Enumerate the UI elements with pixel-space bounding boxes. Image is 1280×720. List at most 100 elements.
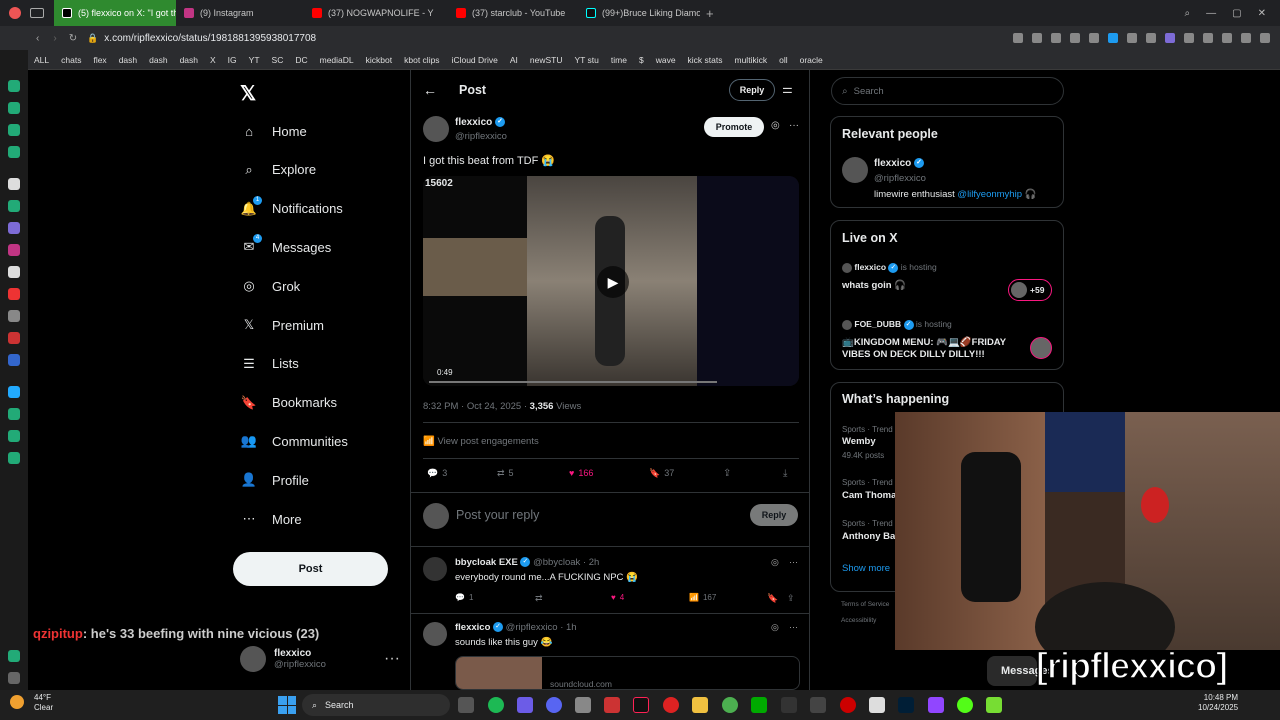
- nav-item-premium[interactable]: 𝕏 Premium: [240, 316, 324, 334]
- extension-icon[interactable]: [1184, 33, 1194, 43]
- nav-item-bookmarks[interactable]: 🔖 Bookmarks: [240, 394, 337, 412]
- xbox-icon[interactable]: [751, 697, 767, 713]
- bookmark-item[interactable]: flex: [93, 55, 106, 65]
- opera-icon[interactable]: [663, 697, 679, 713]
- extension-icon[interactable]: [1146, 33, 1156, 43]
- post-video[interactable]: 15602 ▶ 0:49: [423, 176, 799, 386]
- live-title[interactable]: whats goin 🎧: [842, 280, 906, 291]
- grok-icon[interactable]: ◎: [771, 622, 779, 633]
- bookmark-item[interactable]: oll: [779, 55, 788, 65]
- sidebar-app-icon[interactable]: [8, 80, 20, 92]
- bookmark-item[interactable]: kick stats: [688, 55, 723, 65]
- avatar[interactable]: [423, 622, 447, 646]
- app-icon[interactable]: [928, 697, 944, 713]
- task-view-icon[interactable]: [458, 697, 474, 713]
- bookmark-icon[interactable]: 🔖: [767, 593, 778, 604]
- bookmark-item[interactable]: dash: [180, 55, 198, 65]
- nav-item-notifications[interactable]: 🔔 1 Notifications: [240, 195, 343, 218]
- discord-icon[interactable]: [546, 697, 562, 713]
- sidebar-app-icon[interactable]: [8, 146, 20, 158]
- bookmark-item[interactable]: dash: [119, 55, 137, 65]
- back-arrow-icon[interactable]: ←: [423, 82, 437, 98]
- download-icon[interactable]: ⤓: [783, 468, 787, 479]
- trend-title[interactable]: Anthony Ba: [842, 531, 895, 542]
- nav-item-communities[interactable]: 👥 Communities: [240, 432, 348, 450]
- bookmark-item[interactable]: iCloud Drive: [452, 55, 498, 65]
- play-icon[interactable]: ▶: [597, 266, 629, 298]
- reply-action[interactable]: 💬 3: [427, 468, 447, 479]
- forward-icon[interactable]: ›: [53, 33, 56, 44]
- app-icon[interactable]: [986, 697, 1002, 713]
- more-dots-icon[interactable]: ···: [789, 120, 799, 131]
- photoshop-icon[interactable]: [898, 697, 914, 713]
- browser-tab-x[interactable]: (5) flexxico on X: "I got th: [54, 0, 176, 26]
- bookmark-item[interactable]: mediaDL: [320, 55, 354, 65]
- messages-drawer[interactable]: Messages: [987, 656, 1054, 686]
- reload-icon[interactable]: ↻: [69, 33, 77, 44]
- bookmark-item[interactable]: multikick: [735, 55, 768, 65]
- live-title[interactable]: 📺KINGDOM MENU: 🎮💻🏈FRIDAY VIBES ON DECK D…: [842, 337, 1007, 361]
- bookmark-item[interactable]: IG: [228, 55, 237, 65]
- bookmark-action[interactable]: 🔖 37: [649, 468, 674, 479]
- terms-link[interactable]: Terms of Service: [841, 601, 889, 608]
- search-tabs-icon[interactable]: ⌕: [1185, 8, 1191, 19]
- bookmark-item[interactable]: ALL: [34, 55, 49, 65]
- spotify-icon[interactable]: [488, 697, 504, 713]
- bookmark-item[interactable]: chats: [61, 55, 81, 65]
- show-more-link[interactable]: Show more: [842, 563, 890, 574]
- bookmark-item[interactable]: SC: [272, 55, 284, 65]
- header-reply-button[interactable]: Reply: [729, 79, 775, 101]
- app-icon[interactable]: [810, 697, 826, 713]
- nav-item-lists[interactable]: ☰ Lists: [240, 355, 299, 373]
- browser-tab-instagram[interactable]: (9) Instagram: [176, 0, 304, 26]
- nav-item-profile[interactable]: 👤 Profile: [240, 471, 309, 489]
- bookmark-item[interactable]: DC: [295, 55, 307, 65]
- sidebar-app-icon[interactable]: [8, 200, 20, 212]
- chrome-icon[interactable]: [722, 697, 738, 713]
- bookmark-item[interactable]: newSTU: [530, 55, 563, 65]
- browser-tab-youtube-1[interactable]: (37) NOGWAPNOLIFE - Y: [304, 0, 448, 26]
- avatar[interactable]: [842, 157, 868, 183]
- minimize-icon[interactable]: —: [1206, 8, 1216, 19]
- nav-item-home[interactable]: ⌂ Home: [240, 122, 307, 140]
- clock[interactable]: 10:48 PM 10/24/2025: [1198, 693, 1238, 713]
- sidebar-app-icon[interactable]: [8, 354, 20, 366]
- bookmark-item[interactable]: kbot clips: [404, 55, 439, 65]
- extension-icon[interactable]: [1089, 33, 1099, 43]
- share-icon[interactable]: ⇪: [723, 468, 731, 479]
- x-logo-icon[interactable]: 𝕏: [240, 81, 256, 106]
- trend-title[interactable]: Cam Thoma: [842, 490, 896, 501]
- extension-icon[interactable]: [1070, 33, 1080, 43]
- app-icon[interactable]: [840, 697, 856, 713]
- app-icon[interactable]: [781, 697, 797, 713]
- url-field[interactable]: x.com/ripflexxico/status/198188139593801…: [104, 33, 316, 44]
- close-window-icon[interactable]: ✕: [1258, 8, 1266, 19]
- bookmark-item[interactable]: oracle: [800, 55, 823, 65]
- app-icon[interactable]: [869, 697, 885, 713]
- sidebar-app-icon[interactable]: [8, 222, 20, 234]
- live-host[interactable]: flexxico ✓ is hosting: [842, 262, 937, 273]
- view-engagements-link[interactable]: 📶 View post engagements: [423, 436, 539, 447]
- sidebar-app-icon[interactable]: [8, 430, 20, 442]
- back-icon[interactable]: ‹: [36, 33, 39, 44]
- nav-item-messages[interactable]: ✉ 4 Messages: [240, 234, 331, 256]
- sidebar-app-icon[interactable]: [8, 266, 20, 278]
- views-action[interactable]: 📶 167: [689, 593, 716, 602]
- sidebar-app-icon[interactable]: [8, 650, 20, 662]
- bookmark-item[interactable]: YT: [249, 55, 260, 65]
- sidebar-app-icon[interactable]: [8, 386, 20, 398]
- download-icon[interactable]: [1222, 33, 1232, 43]
- browser-tab-tiktok[interactable]: (99+)Bruce Liking Diamo: [578, 0, 700, 26]
- sidebar-app-icon[interactable]: [8, 124, 20, 136]
- link-card[interactable]: soundcloud.com: [455, 656, 800, 690]
- extension-icon[interactable]: [1013, 33, 1023, 43]
- bookmark-item[interactable]: kickbot: [366, 55, 392, 65]
- new-tab-icon[interactable]: +: [706, 6, 714, 21]
- sidebar-app-icon[interactable]: [8, 244, 20, 256]
- search-input[interactable]: ⌕ Search: [831, 77, 1064, 105]
- account-switcher[interactable]: flexxico @ripflexxico ···: [240, 644, 400, 674]
- app-icon[interactable]: [575, 697, 591, 713]
- trend-title[interactable]: Wemby: [842, 436, 876, 447]
- extension-icon[interactable]: [1127, 33, 1137, 43]
- share-icon[interactable]: ⇪: [787, 593, 795, 604]
